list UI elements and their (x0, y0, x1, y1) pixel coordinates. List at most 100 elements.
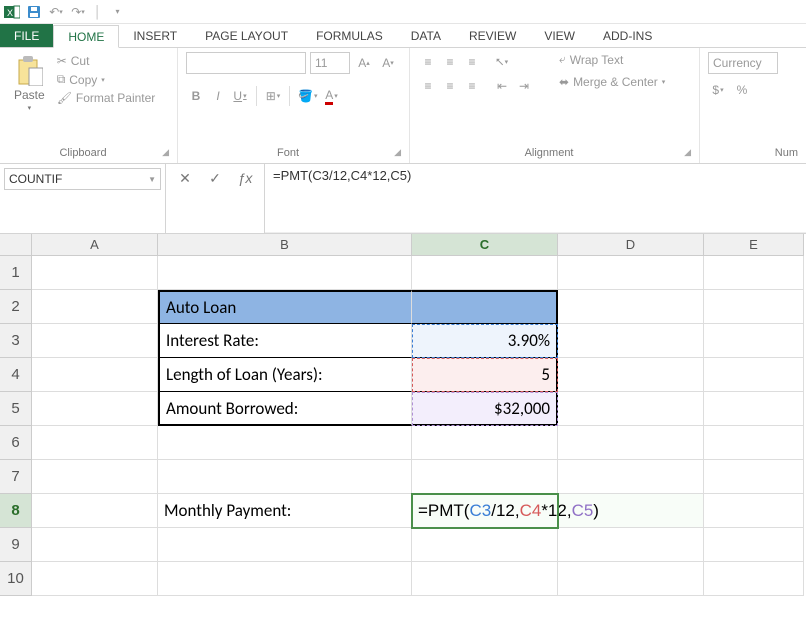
row-header-7[interactable]: 7 (0, 460, 32, 494)
borders-button[interactable]: ⊞▾ (263, 86, 283, 106)
paste-button[interactable]: Paste ▾ (8, 52, 51, 114)
cell-A1[interactable] (32, 256, 158, 290)
select-all-corner[interactable] (0, 234, 32, 256)
cell-C5[interactable]: $32,000 (412, 392, 558, 426)
bold-button[interactable]: B (186, 86, 206, 106)
number-format-select[interactable] (708, 52, 778, 74)
cell-E10[interactable] (704, 562, 804, 596)
row-header-8[interactable]: 8 (0, 494, 32, 528)
font-color-button[interactable]: A▾ (321, 86, 341, 106)
cell-A2[interactable] (32, 290, 158, 324)
cell-B7[interactable] (158, 460, 412, 494)
cell-B9[interactable] (158, 528, 412, 562)
cut-button[interactable]: ✂Cut (57, 54, 156, 68)
orientation-button[interactable]: ⭦▾ (492, 52, 512, 72)
italic-button[interactable]: I (208, 86, 228, 106)
cell-D3[interactable] (558, 324, 704, 358)
tab-file[interactable]: FILE (0, 24, 53, 47)
cell-B8[interactable]: Monthly Payment: (158, 494, 412, 528)
row-header-10[interactable]: 10 (0, 562, 32, 596)
row-header-6[interactable]: 6 (0, 426, 32, 460)
tab-data[interactable]: DATA (397, 24, 455, 47)
cell-E2[interactable] (704, 290, 804, 324)
accounting-format-button[interactable]: $▾ (708, 80, 728, 100)
column-header-D[interactable]: D (558, 234, 704, 256)
column-header-A[interactable]: A (32, 234, 158, 256)
cell-A10[interactable] (32, 562, 158, 596)
insert-function-button[interactable]: ƒx (236, 170, 254, 186)
cell-B3[interactable]: Interest Rate: (158, 324, 412, 358)
increase-indent-icon[interactable]: ⇥ (514, 76, 534, 96)
cell-E4[interactable] (704, 358, 804, 392)
tab-addins[interactable]: ADD-INS (589, 24, 666, 47)
cell-E6[interactable] (704, 426, 804, 460)
align-bottom-icon[interactable]: ≡ (462, 52, 482, 72)
cell-E7[interactable] (704, 460, 804, 494)
column-header-C[interactable]: C (412, 234, 558, 256)
copy-button[interactable]: ⧉Copy▾ (57, 72, 156, 87)
tab-review[interactable]: REVIEW (455, 24, 530, 47)
row-header-9[interactable]: 9 (0, 528, 32, 562)
column-header-B[interactable]: B (158, 234, 412, 256)
tab-home[interactable]: HOME (53, 25, 119, 48)
cell-A9[interactable] (32, 528, 158, 562)
cell-B2[interactable]: Auto Loan (158, 290, 412, 324)
clipboard-dialog-launcher[interactable]: ◢ (162, 147, 169, 158)
cell-B6[interactable] (158, 426, 412, 460)
tab-page-layout[interactable]: PAGE LAYOUT (191, 24, 302, 47)
cell-D6[interactable] (558, 426, 704, 460)
percent-format-button[interactable]: % (732, 80, 752, 100)
align-middle-icon[interactable]: ≡ (440, 52, 460, 72)
cell-C2[interactable] (412, 290, 558, 324)
alignment-dialog-launcher[interactable]: ◢ (684, 147, 691, 158)
tab-formulas[interactable]: FORMULAS (302, 24, 397, 47)
row-header-3[interactable]: 3 (0, 324, 32, 358)
cell-C3[interactable]: 3.90% (412, 324, 558, 358)
name-box[interactable]: COUNTIF ▼ (4, 168, 161, 190)
wrap-text-button[interactable]: ⤶Wrap Text (559, 52, 665, 67)
cell-C6[interactable] (412, 426, 558, 460)
row-header-4[interactable]: 4 (0, 358, 32, 392)
cell-D9[interactable] (558, 528, 704, 562)
format-painter-button[interactable]: 🖌Format Painter (57, 91, 156, 105)
cell-D4[interactable] (558, 358, 704, 392)
save-icon[interactable] (26, 4, 42, 20)
cell-D5[interactable] (558, 392, 704, 426)
cell-A4[interactable] (32, 358, 158, 392)
cell-E9[interactable] (704, 528, 804, 562)
align-top-icon[interactable]: ≡ (418, 52, 438, 72)
tab-insert[interactable]: INSERT (119, 24, 191, 47)
cell-C9[interactable] (412, 528, 558, 562)
cell-C7[interactable] (412, 460, 558, 494)
cell-D7[interactable] (558, 460, 704, 494)
cell-C1[interactable] (412, 256, 558, 290)
decrease-font-icon[interactable]: A▾ (378, 53, 398, 73)
row-header-1[interactable]: 1 (0, 256, 32, 290)
cell-E5[interactable] (704, 392, 804, 426)
align-right-icon[interactable]: ≡ (462, 76, 482, 96)
fill-color-button[interactable]: 🪣▾ (296, 86, 319, 106)
redo-icon[interactable]: ↷▾ (70, 4, 86, 20)
cell-A8[interactable] (32, 494, 158, 528)
cell-E8[interactable] (704, 494, 804, 528)
cell-B10[interactable] (158, 562, 412, 596)
cell-A5[interactable] (32, 392, 158, 426)
cell-A7[interactable] (32, 460, 158, 494)
formula-bar[interactable]: =PMT(C3/12,C4*12,C5) (265, 164, 806, 233)
cell-C8[interactable]: =PMT(C3/12,C4*12,C5) (412, 494, 558, 528)
enter-formula-button[interactable]: ✓ (206, 170, 224, 187)
align-left-icon[interactable]: ≡ (418, 76, 438, 96)
cell-D2[interactable] (558, 290, 704, 324)
undo-icon[interactable]: ↶▾ (48, 4, 64, 20)
decrease-indent-icon[interactable]: ⇤ (492, 76, 512, 96)
merge-center-button[interactable]: ⬌Merge & Center▾ (559, 75, 665, 89)
cell-D10[interactable] (558, 562, 704, 596)
cell-E3[interactable] (704, 324, 804, 358)
tab-view[interactable]: VIEW (530, 24, 589, 47)
row-header-5[interactable]: 5 (0, 392, 32, 426)
increase-font-icon[interactable]: A▴ (354, 53, 374, 73)
cell-B1[interactable] (158, 256, 412, 290)
column-header-E[interactable]: E (704, 234, 804, 256)
worksheet-grid[interactable]: 12345678910 Auto LoanInterest Rate:3.90%… (0, 256, 806, 596)
cell-D1[interactable] (558, 256, 704, 290)
